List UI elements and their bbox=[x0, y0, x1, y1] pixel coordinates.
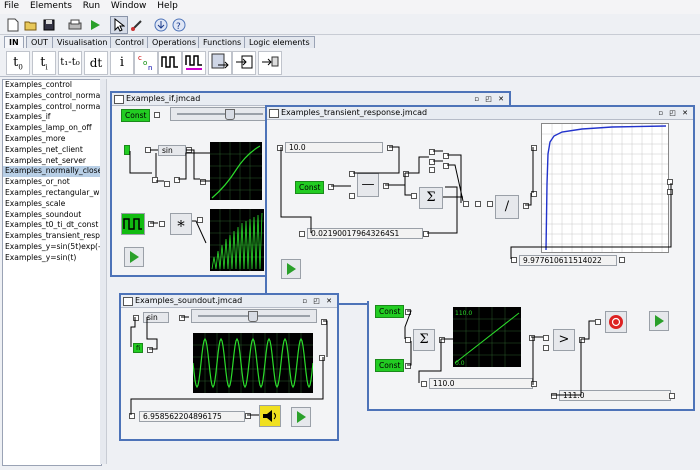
list-item-selected[interactable]: Examples_normally_close bbox=[3, 166, 101, 178]
list-item[interactable]: Examples_lamp_on_off bbox=[3, 123, 101, 134]
list-item[interactable]: Examples_net_client bbox=[3, 145, 101, 156]
window-compare-example: Const Σ 110.0 0.0 > Const 110.0 111.0 bbox=[367, 301, 695, 411]
network-input-icon[interactable] bbox=[258, 51, 282, 75]
svg-text:o: o bbox=[143, 59, 147, 67]
tab-visualisation[interactable]: Visualisation bbox=[52, 36, 113, 48]
splitter[interactable] bbox=[100, 79, 107, 464]
list-item[interactable]: Examples_y=sin(t) bbox=[3, 253, 101, 264]
svg-text:c: c bbox=[138, 54, 142, 62]
list-item[interactable]: Examples_or_not bbox=[3, 177, 101, 188]
wires bbox=[280, 146, 672, 259]
pointer-icon[interactable] bbox=[110, 16, 128, 34]
wires bbox=[130, 316, 328, 416]
list-item[interactable]: Examples_rectangular_wa bbox=[3, 188, 101, 199]
tab-control[interactable]: Control bbox=[110, 36, 149, 48]
list-item[interactable]: Examples_control_normal bbox=[3, 102, 101, 113]
list-item[interactable]: Examples_soundout bbox=[3, 210, 101, 221]
palette-t0[interactable]: t0 bbox=[6, 51, 30, 75]
palette-t0-sub: 0 bbox=[18, 63, 23, 72]
pulse-generator-icon[interactable] bbox=[158, 51, 182, 75]
desktop-area: Examples_if.jmcad ▫ ◰ ✕ Const sin * Exam… bbox=[107, 79, 696, 464]
palette-dt[interactable]: dt bbox=[84, 51, 108, 75]
svg-text:?: ? bbox=[176, 22, 181, 32]
menu-file[interactable]: File bbox=[0, 0, 23, 12]
palette-ti[interactable]: ti bbox=[32, 51, 56, 75]
list-item[interactable]: Examples_control_normal bbox=[3, 91, 101, 102]
file-input-icon[interactable] bbox=[208, 51, 232, 75]
window-controls[interactable]: ▫ ◰ ✕ bbox=[474, 93, 506, 105]
tab-functions[interactable]: Functions bbox=[198, 36, 247, 48]
list-item[interactable]: Examples_if bbox=[3, 112, 101, 123]
input-port-icon[interactable] bbox=[232, 51, 256, 75]
palette-ti-sub: i bbox=[45, 63, 48, 72]
download-icon[interactable] bbox=[152, 16, 170, 34]
menu-bar: File Elements Run Window Help bbox=[0, 0, 700, 15]
window-soundout: Examples_soundout.jmcad ▫ ◰ ✕ sin fi 6.9… bbox=[119, 293, 339, 441]
save-icon[interactable] bbox=[40, 16, 58, 34]
tab-logic-elements[interactable]: Logic elements bbox=[244, 36, 315, 48]
wires bbox=[404, 310, 595, 396]
toolbar: ? bbox=[0, 14, 700, 35]
tab-operations[interactable]: Operations bbox=[147, 36, 201, 48]
pulse-train-icon[interactable] bbox=[182, 51, 206, 75]
new-file-icon[interactable] bbox=[4, 16, 22, 34]
element-palette: t0 ti t₁-t₀ dt i con bbox=[0, 48, 700, 77]
print-icon[interactable] bbox=[66, 16, 84, 34]
menu-run[interactable]: Run bbox=[79, 0, 104, 12]
list-item[interactable]: Examples_t0_ti_dt_const bbox=[3, 220, 101, 231]
menu-window[interactable]: Window bbox=[107, 0, 151, 12]
element-tabs: IN OUT Visualisation Control Operations … bbox=[0, 35, 700, 48]
menu-help[interactable]: Help bbox=[153, 0, 182, 12]
open-folder-icon[interactable] bbox=[22, 16, 40, 34]
palette-i[interactable]: i bbox=[110, 51, 134, 75]
list-item[interactable]: Examples_y=sin(5t)exp(-0. bbox=[3, 242, 101, 253]
tab-in[interactable]: IN bbox=[4, 36, 24, 48]
wires bbox=[129, 149, 210, 244]
menu-elements[interactable]: Elements bbox=[26, 0, 76, 12]
help-icon[interactable]: ? bbox=[170, 16, 188, 34]
window-transient-response: Examples_transient_response.jmcad ▫ ◰ ✕ … bbox=[265, 105, 695, 305]
examples-list: Examples_control Examples_control_normal… bbox=[2, 79, 102, 466]
list-item[interactable]: Examples_control bbox=[3, 80, 101, 91]
list-item[interactable]: Examples_scale bbox=[3, 199, 101, 210]
palette-tdiff[interactable]: t₁-t₀ bbox=[58, 51, 82, 75]
tab-out[interactable]: OUT bbox=[26, 36, 54, 48]
list-item[interactable]: Examples_transient_respo bbox=[3, 231, 101, 242]
palette-const-icon[interactable]: con bbox=[134, 51, 158, 75]
svg-text:n: n bbox=[148, 64, 152, 72]
list-item[interactable]: Examples_net_server bbox=[3, 156, 101, 167]
list-item[interactable]: Examples_more bbox=[3, 134, 101, 145]
edit-wire-icon[interactable] bbox=[128, 16, 146, 34]
run-icon[interactable] bbox=[86, 16, 104, 34]
